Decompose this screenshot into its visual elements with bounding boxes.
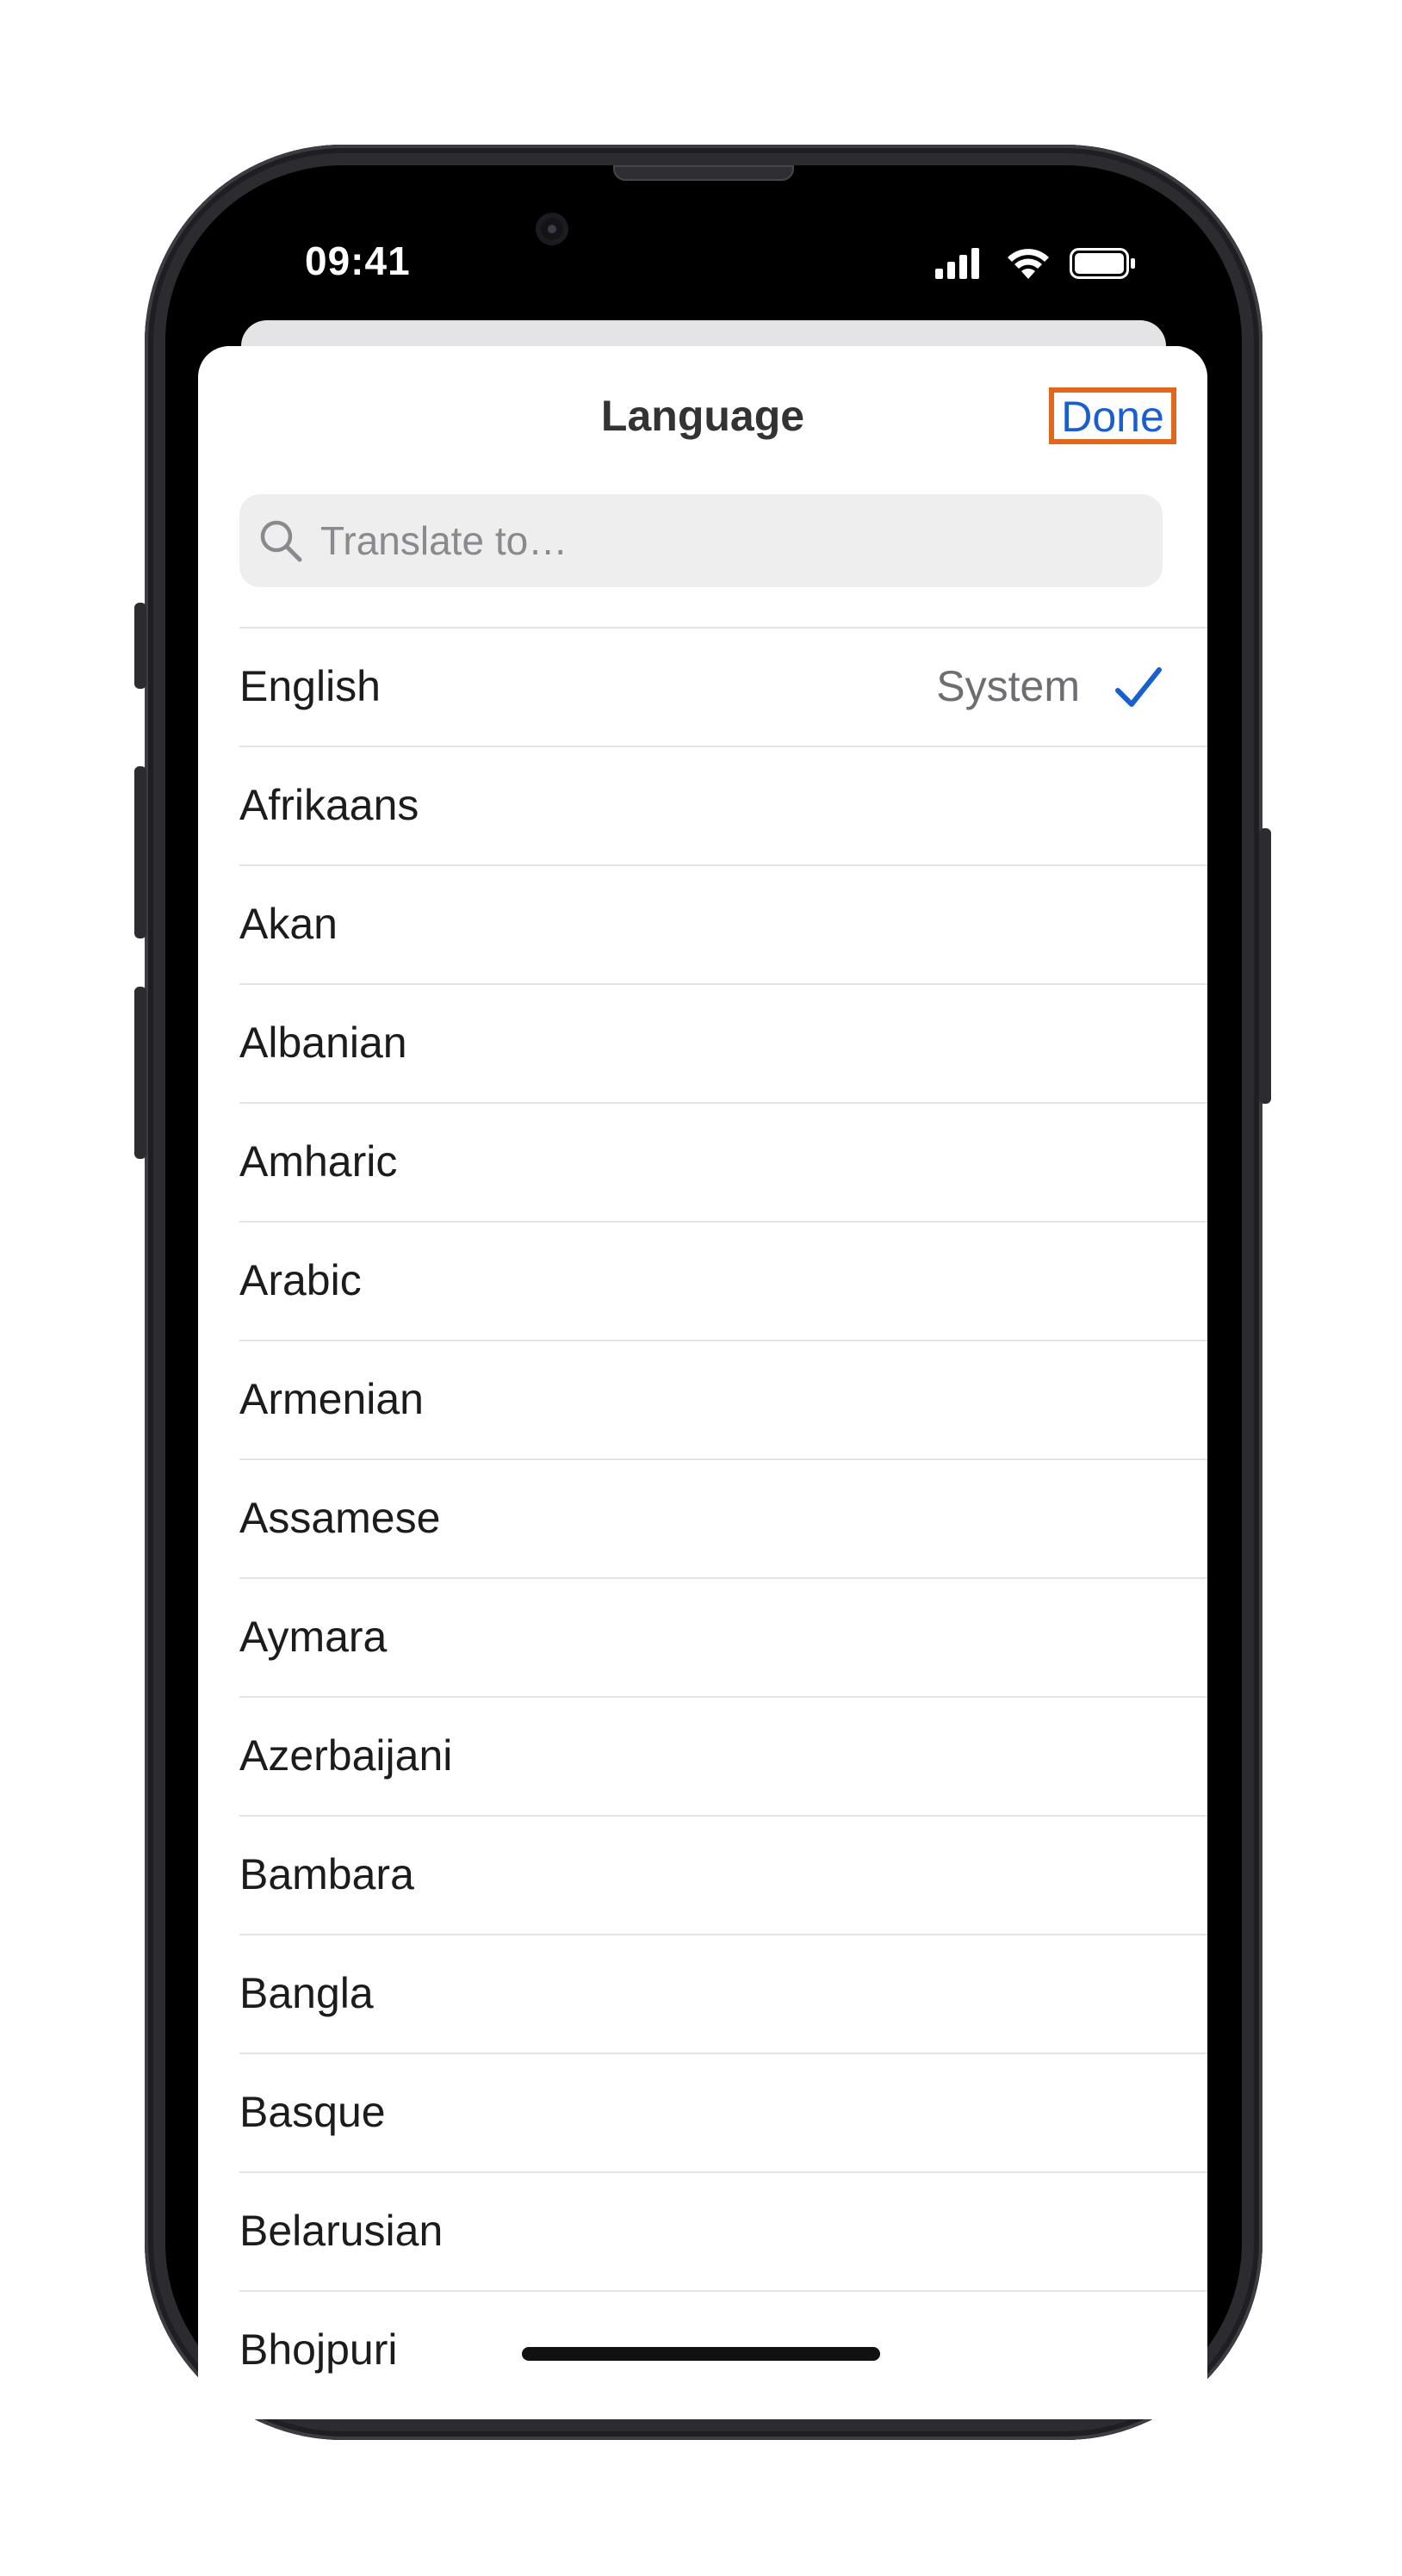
language-list: English System Afrikaans Akan Albanian A… xyxy=(239,627,1207,2409)
cellular-signal-icon xyxy=(935,248,979,279)
language-row-english[interactable]: English System xyxy=(239,627,1207,746)
search-field[interactable]: Translate to… xyxy=(239,494,1163,587)
earpiece-speaker xyxy=(613,165,794,181)
language-sheet: Language Done Translate to… English Syst… xyxy=(198,346,1207,2419)
language-row[interactable]: Belarusian xyxy=(239,2171,1207,2290)
language-label: Bambara xyxy=(239,1850,414,1898)
volume-up-button xyxy=(134,766,146,938)
action-button xyxy=(134,603,146,689)
language-label: Akan xyxy=(239,900,338,948)
language-row[interactable]: Amharic xyxy=(239,1102,1207,1221)
language-row[interactable]: Afrikaans xyxy=(239,746,1207,864)
language-label: Arabic xyxy=(239,1256,362,1304)
system-note: System xyxy=(936,662,1080,710)
status-icons xyxy=(935,248,1135,279)
language-row[interactable]: Armenian xyxy=(239,1340,1207,1458)
language-row[interactable]: Assamese xyxy=(239,1458,1207,1577)
language-label: Belarusian xyxy=(239,2207,444,2255)
language-label: Amharic xyxy=(239,1137,398,1186)
wifi-icon xyxy=(1008,249,1049,279)
power-button xyxy=(1259,828,1271,1104)
language-label: Assamese xyxy=(239,1494,441,1542)
language-label: Armenian xyxy=(239,1375,424,1423)
front-camera-icon xyxy=(536,213,568,245)
status-time: 09:41 xyxy=(305,238,411,283)
language-label: Bangla xyxy=(239,1969,374,2017)
language-row[interactable]: Basque xyxy=(239,2053,1207,2171)
volume-down-button xyxy=(134,987,146,1159)
language-label: Aymara xyxy=(239,1613,388,1661)
home-indicator[interactable] xyxy=(522,2347,880,2361)
search-icon xyxy=(260,520,302,562)
checkmark-icon xyxy=(1115,667,1162,707)
language-row[interactable]: Aymara xyxy=(239,1577,1207,1696)
language-row[interactable]: Azerbaijani xyxy=(239,1696,1207,1815)
language-label: English xyxy=(239,662,381,710)
search-placeholder: Translate to… xyxy=(320,518,568,563)
language-label: Bhojpuri xyxy=(239,2325,398,2374)
language-label: Basque xyxy=(239,2088,386,2136)
battery-icon xyxy=(1070,248,1135,279)
language-row[interactable]: Akan xyxy=(239,864,1207,983)
language-label: Albanian xyxy=(239,1019,407,1067)
language-row[interactable]: Arabic xyxy=(239,1221,1207,1340)
language-label: Afrikaans xyxy=(239,781,419,829)
done-button[interactable]: Done xyxy=(1049,387,1176,444)
language-row[interactable]: Bangla xyxy=(239,1934,1207,2053)
language-row[interactable]: Albanian xyxy=(239,983,1207,1102)
language-row[interactable]: Bambara xyxy=(239,1815,1207,1934)
language-label: Azerbaijani xyxy=(239,1731,453,1780)
